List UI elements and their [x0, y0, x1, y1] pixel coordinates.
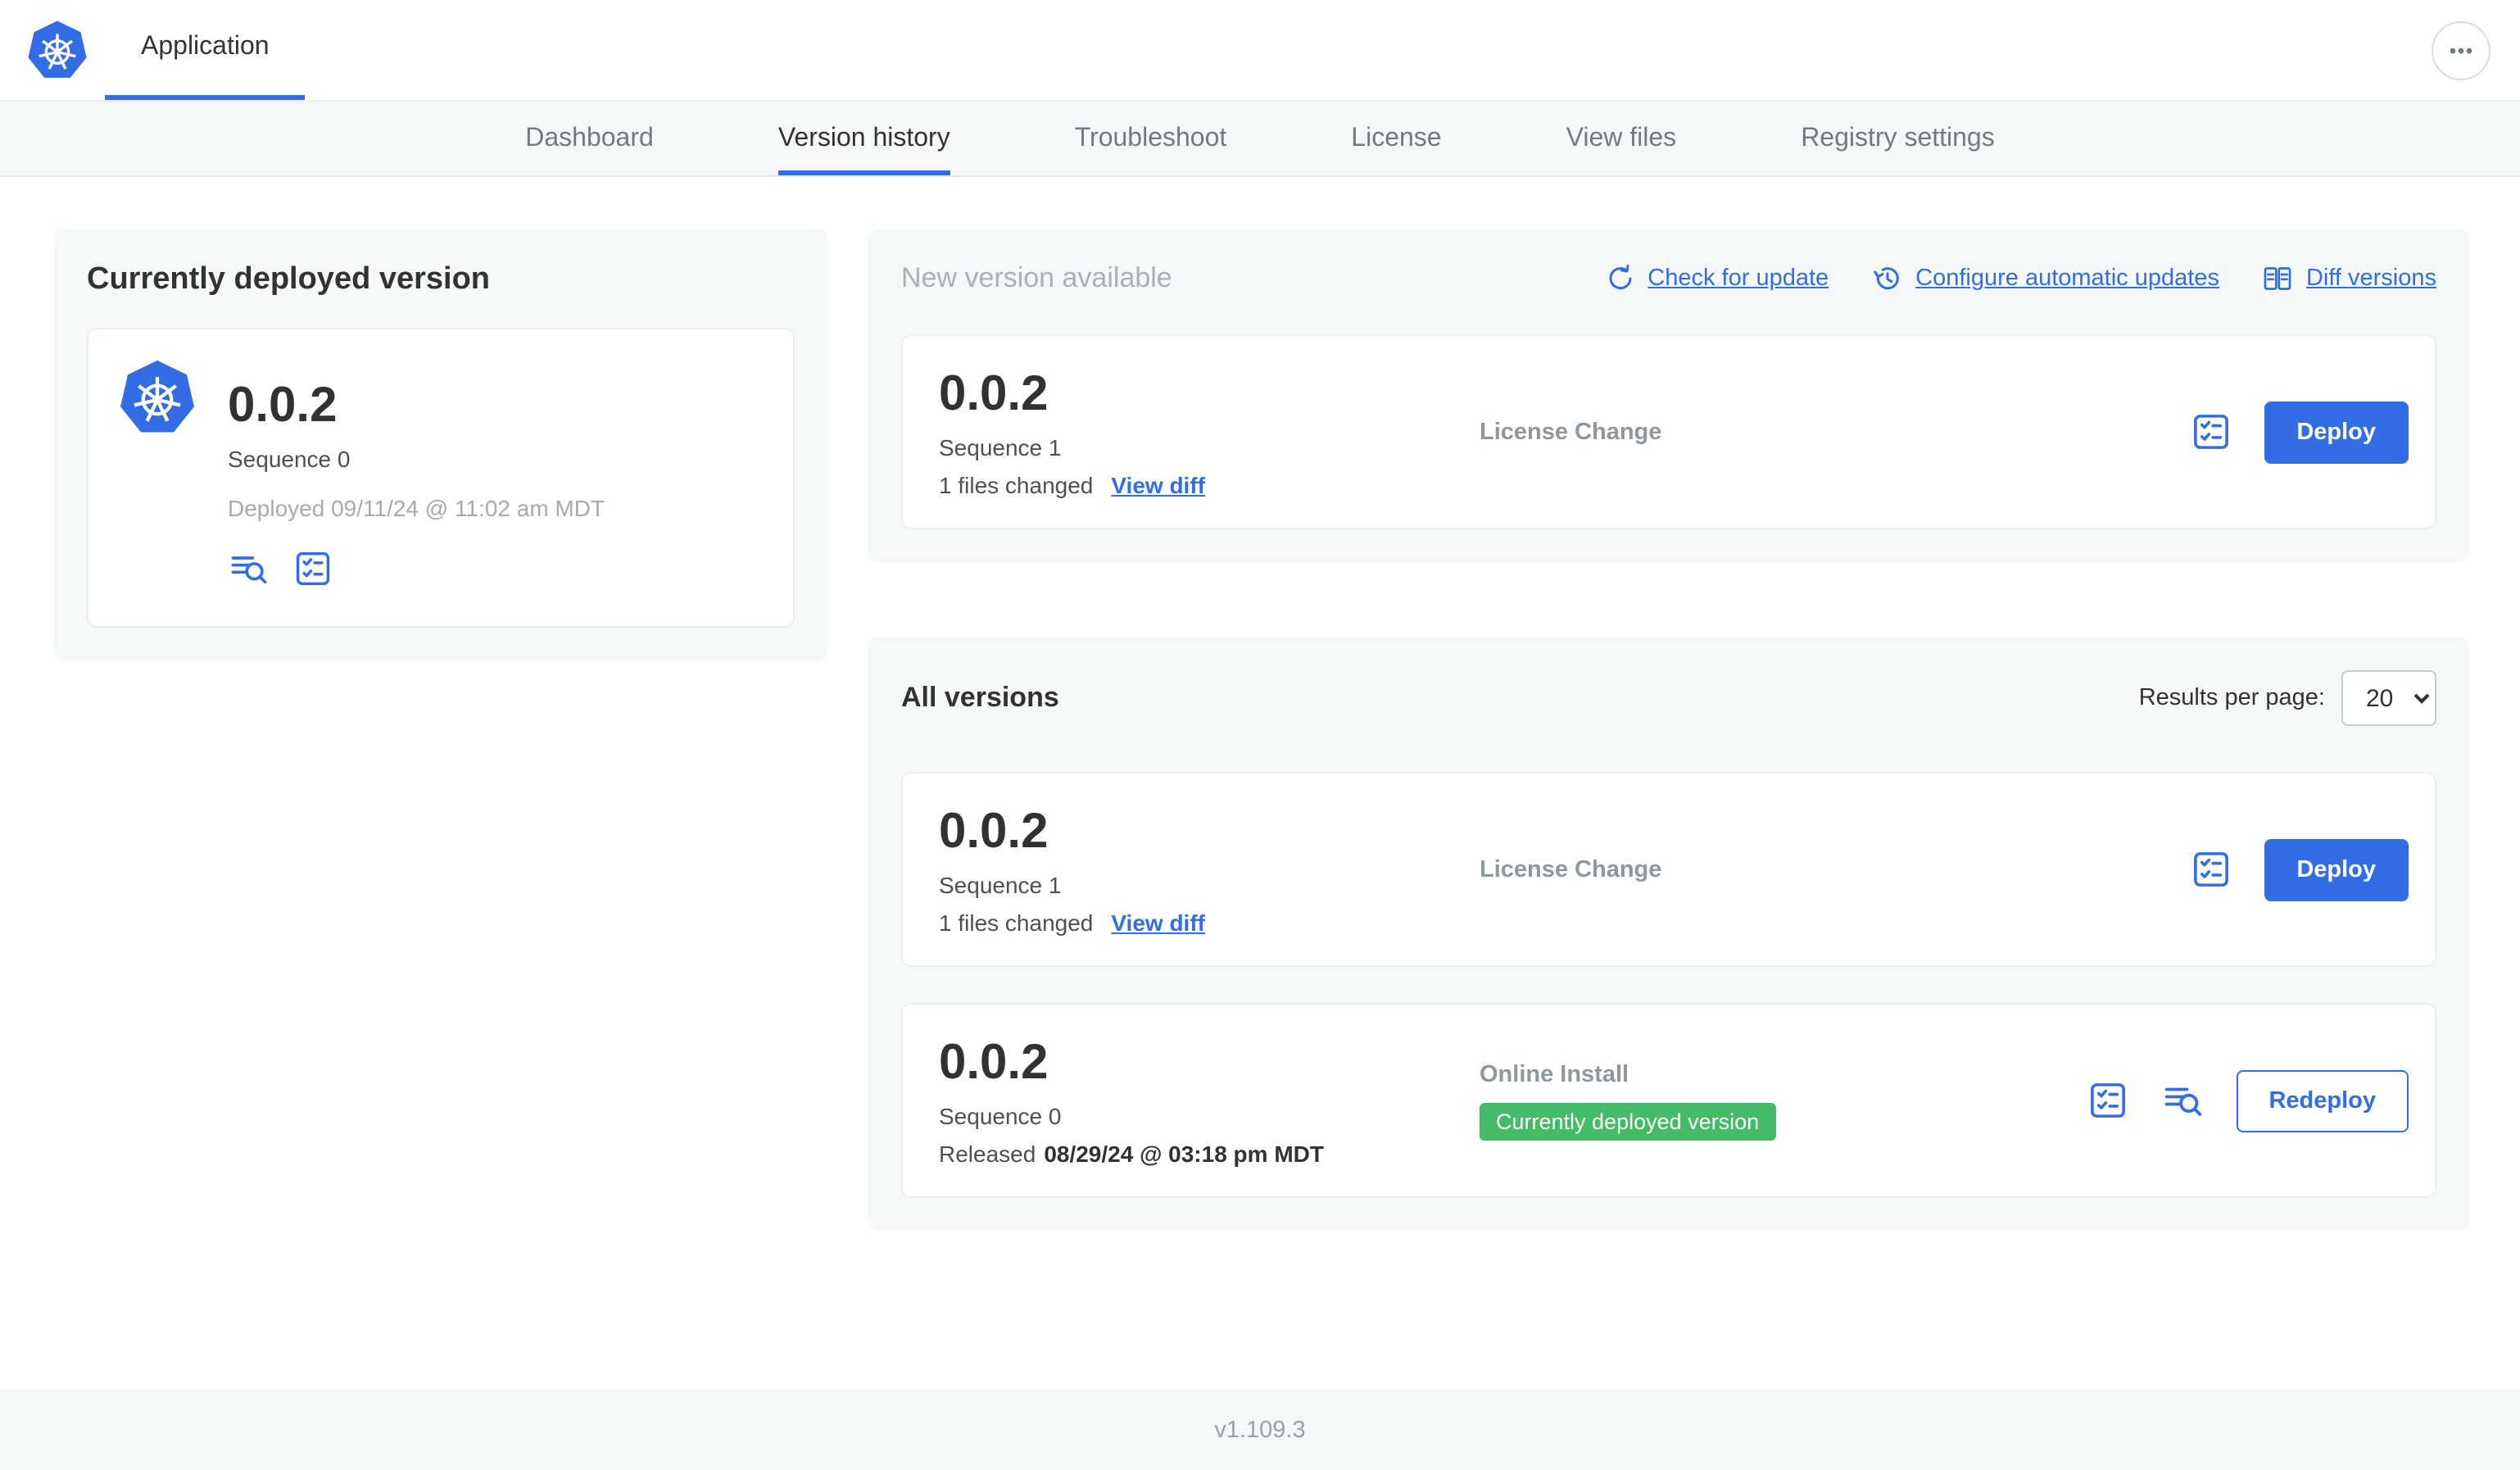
results-per-page-select[interactable]: 20	[2341, 670, 2436, 726]
version-number: 0.0.2	[939, 804, 1049, 858]
diff-versions-label: Diff versions	[2305, 265, 2436, 292]
version-source-label: Online Install	[1480, 1061, 1629, 1087]
app-header: Application	[0, 0, 2520, 102]
view-logs-button[interactable]	[2160, 1078, 2205, 1123]
current-version-card: 0.0.2 Sequence 0 Deployed 09/11/24 @ 11:…	[87, 328, 795, 628]
diff-versions-icon	[2262, 262, 2295, 295]
results-per-page-label: Results per page:	[2138, 685, 2325, 711]
current-version-panel: Currently deployed version 0.0.2 Sequenc…	[54, 229, 827, 660]
view-diff-link[interactable]: View diff	[1111, 471, 1205, 497]
app-subnav: Dashboard Version history Troubleshoot L…	[0, 102, 2520, 177]
log-search-icon	[228, 547, 270, 590]
new-version-panel-head: New version available Check for update C…	[901, 262, 2436, 295]
released-timestamp: Released 08/29/24 @ 03:18 pm MDT	[939, 1140, 1480, 1166]
version-source-label: License Change	[1480, 419, 1662, 445]
tab-version-history[interactable]: Version history	[777, 102, 950, 175]
version-number: 0.0.2	[939, 1035, 1049, 1089]
diff-versions-link[interactable]: Diff versions	[2262, 262, 2436, 295]
files-changed-row: 1 files changed View diff	[939, 909, 1480, 935]
all-versions-title: All versions	[901, 682, 1059, 713]
tab-troubleshoot[interactable]: Troubleshoot	[1075, 102, 1227, 175]
released-date: 08/29/24 @ 03:18 pm MDT	[1044, 1140, 1324, 1166]
kubernetes-app-icon	[118, 359, 197, 590]
checklist-icon	[2085, 1078, 2129, 1123]
right-column: New version available Check for update C…	[868, 229, 2469, 1231]
version-source-label: License Change	[1480, 856, 1662, 882]
redeploy-button[interactable]: Redeploy	[2236, 1069, 2409, 1132]
version-source: License Change	[1480, 419, 2162, 445]
view-config-button[interactable]	[2085, 1078, 2129, 1123]
view-config-button[interactable]	[2188, 410, 2232, 454]
version-row: 0.0.2 Sequence 1 1 files changed View di…	[901, 772, 2436, 967]
deployed-timestamp: Deployed 09/11/24 @ 11:02 am MDT	[228, 495, 605, 521]
version-number: 0.0.2	[228, 379, 338, 433]
view-diff-link[interactable]: View diff	[1111, 909, 1205, 935]
version-card-actions: Deploy	[2162, 838, 2409, 901]
currently-deployed-badge: Currently deployed version	[1480, 1102, 1776, 1140]
version-number: 0.0.2	[939, 366, 1049, 420]
new-version-panel: New version available Check for update C…	[868, 229, 2469, 562]
checklist-icon	[2188, 410, 2232, 454]
configure-automatic-updates-label: Configure automatic updates	[1915, 265, 2219, 292]
check-for-update-label: Check for update	[1648, 265, 1829, 292]
sequence-label: Sequence 1	[939, 433, 1062, 460]
new-version-card: 0.0.2 Sequence 1 1 files changed View di…	[901, 334, 2436, 529]
configure-updates-icon	[1871, 262, 1904, 295]
files-changed-row: 1 files changed View diff	[939, 471, 1480, 497]
results-per-page: Results per page: 20	[2139, 670, 2436, 726]
files-changed-label: 1 files changed	[939, 909, 1094, 935]
checklist-icon	[292, 547, 334, 590]
checklist-icon	[2188, 847, 2232, 892]
released-label: Released	[939, 1140, 1036, 1166]
log-search-icon	[2160, 1078, 2205, 1123]
deploy-button[interactable]: Deploy	[2264, 838, 2409, 901]
current-version-actions	[228, 547, 605, 590]
version-info: 0.0.2 Sequence 0 Released 08/29/24 @ 03:…	[939, 1035, 1480, 1166]
view-config-button[interactable]	[2188, 847, 2232, 892]
app-tab-label: Application	[141, 33, 270, 61]
console-version-label: v1.109.3	[1214, 1417, 1306, 1443]
all-versions-panel: All versions Results per page: 20 0.0.2 …	[868, 637, 2469, 1231]
view-logs-button[interactable]	[228, 547, 270, 590]
version-info: 0.0.2 Sequence 1 1 files changed View di…	[939, 804, 1480, 935]
app-footer: v1.109.3	[0, 1390, 2520, 1470]
kubernetes-logo	[20, 0, 102, 100]
version-source: License Change	[1480, 856, 2162, 882]
version-card-actions: Redeploy	[2059, 1069, 2409, 1132]
current-version-info: 0.0.2 Sequence 0 Deployed 09/11/24 @ 11:…	[228, 359, 605, 590]
deploy-button[interactable]: Deploy	[2264, 401, 2409, 463]
configure-automatic-updates-link[interactable]: Configure automatic updates	[1871, 262, 2219, 295]
check-for-update-icon	[1603, 262, 1636, 295]
tab-dashboard[interactable]: Dashboard	[525, 102, 654, 175]
version-card-actions: Deploy	[2162, 401, 2409, 463]
files-changed-label: 1 files changed	[939, 471, 1094, 497]
new-version-title: New version available	[901, 262, 1172, 293]
sequence-label: Sequence 0	[939, 1102, 1062, 1128]
current-version-title: Currently deployed version	[87, 262, 491, 297]
overflow-menu-icon	[2445, 34, 2477, 66]
main-content: Currently deployed version 0.0.2 Sequenc…	[0, 177, 2520, 1331]
version-row: 0.0.2 Sequence 0 Released 08/29/24 @ 03:…	[901, 1003, 2436, 1198]
sequence-label: Sequence 1	[939, 871, 1062, 897]
tab-application[interactable]: Application	[105, 0, 306, 100]
view-config-button[interactable]	[292, 547, 334, 590]
sequence-label: Sequence 0	[228, 446, 351, 472]
app-root: Application Dashboard Version history Tr…	[0, 0, 2520, 1470]
version-source: Online Install Currently deployed versio…	[1480, 1061, 2059, 1140]
tab-view-files[interactable]: View files	[1566, 102, 1677, 175]
tab-registry-settings[interactable]: Registry settings	[1801, 102, 1995, 175]
overflow-menu-button[interactable]	[2432, 20, 2491, 79]
all-versions-panel-head: All versions Results per page: 20	[901, 670, 2436, 726]
version-actions-links: Check for update Configure automatic upd…	[1603, 262, 2436, 295]
tab-license[interactable]: License	[1351, 102, 1441, 175]
kubernetes-logo-icon	[26, 19, 88, 81]
version-info: 0.0.2 Sequence 1 1 files changed View di…	[939, 366, 1480, 497]
check-for-update-link[interactable]: Check for update	[1603, 262, 1829, 295]
